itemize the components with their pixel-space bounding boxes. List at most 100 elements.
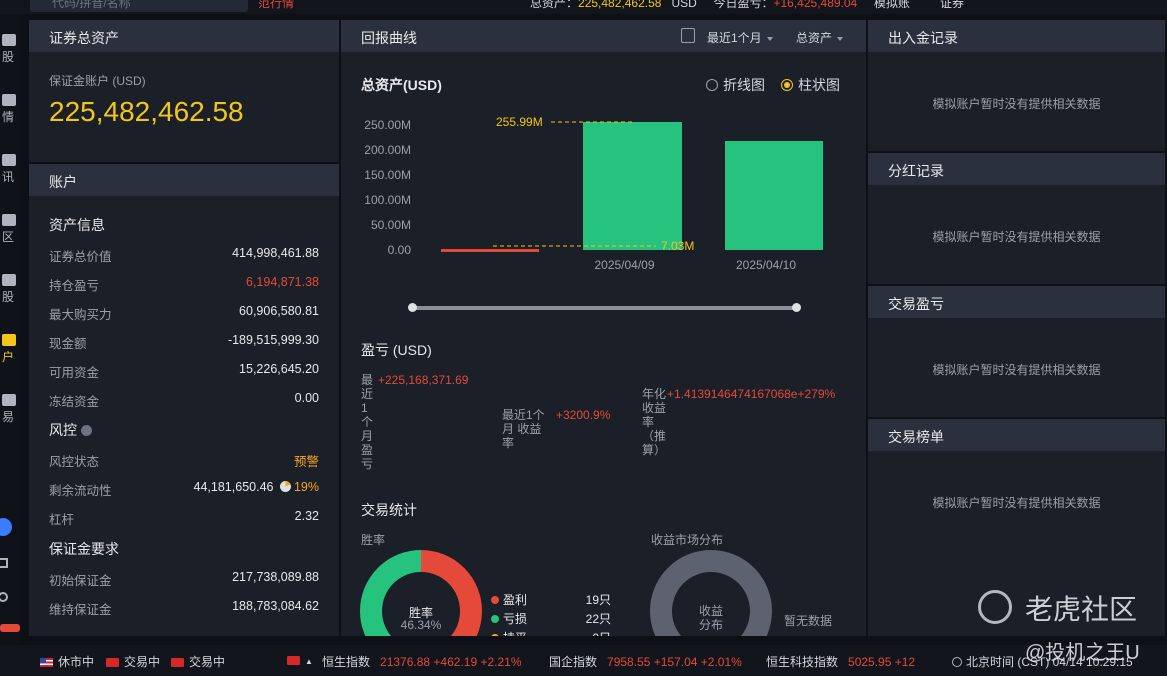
hsi-ticker[interactable]: 恒生指数 21376.88 +462.19 +2.21% <box>322 653 522 670</box>
pnl-value: +3200.9% <box>556 408 611 422</box>
nav-label: 股 <box>1 50 14 64</box>
margin-row: 维持保证金 188,783,084.62 <box>49 599 319 617</box>
nav-account[interactable]: 户 <box>0 334 20 365</box>
hscei-ticker[interactable]: 国企指数 7958.55 +157.04 +2.01% <box>549 653 742 670</box>
bar-chart-radio[interactable]: 柱状图 <box>781 75 840 95</box>
range-slider-track[interactable] <box>411 306 798 310</box>
hk-index-selector[interactable]: ▲ <box>287 653 313 667</box>
row-label: 风控状态 <box>49 455 100 469</box>
nav-trade[interactable]: 易 <box>0 394 20 425</box>
index-value: 5025.95 +12 <box>848 655 916 669</box>
dividend-panel: 分红记录 模拟账户暂时没有提供相关数据 <box>868 153 1165 284</box>
row-value: 预警 <box>293 455 319 469</box>
community-icon <box>2 214 16 226</box>
market-link[interactable]: 范行情 <box>258 0 294 11</box>
index-name: 国企指数 <box>549 655 598 669</box>
risk-row: 杠杆 2.32 <box>49 509 319 527</box>
help-icon[interactable] <box>80 425 92 436</box>
bar <box>583 122 682 250</box>
radio-label: 折线图 <box>723 77 765 93</box>
legend-value: 0只 <box>592 629 611 636</box>
total-assets-label: 总资产： <box>530 0 579 10</box>
row-value: 15,226,645.20 <box>239 362 319 376</box>
clock-icon <box>952 657 962 667</box>
new-badge-icon <box>0 624 20 632</box>
nav-label: 股 <box>1 290 14 304</box>
bar <box>725 141 823 250</box>
asset-row: 最大购买力 60,906,580.81 <box>49 304 319 322</box>
account-type-label: 保证金账户 (USD) <box>49 74 146 88</box>
range-slider-start[interactable] <box>408 303 417 312</box>
download-icon[interactable] <box>681 28 695 43</box>
pnl-label: 年化收益率 （推算） <box>642 387 667 457</box>
pnl-title: 盈亏 (USD) <box>361 342 432 358</box>
assistant-icon[interactable] <box>0 518 12 536</box>
row-value: 6,194,871.38 <box>246 275 319 289</box>
x-tick-label: 2025/04/09 <box>594 258 654 272</box>
status-text: 交易中 <box>124 655 161 669</box>
panel-title: 出入金记录 <box>868 20 1165 52</box>
currency-select[interactable]: USD <box>671 0 696 10</box>
margin-title: 保证金要求 <box>49 541 119 557</box>
panel-title: 分红记录 <box>868 153 1165 185</box>
period-value: 最近1个月 <box>707 31 762 45</box>
panel-title: 证券总资产 <box>29 20 339 52</box>
nav-label: 讯 <box>1 170 14 184</box>
nav-news[interactable]: 讯 <box>0 154 20 185</box>
apps-icon[interactable] <box>0 558 8 568</box>
account-panel: 账户 资产信息 证券总价值 414,998,461.88 持仓盈亏 6,194,87… <box>29 164 339 636</box>
bar <box>441 249 539 252</box>
today-pnl-value: +16,425,489.04 <box>773 0 858 10</box>
broker-label[interactable]: 证券 <box>940 0 964 10</box>
row-label: 冻结资金 <box>49 395 100 409</box>
margin-row: 初始保证金 217,738,089.88 <box>49 570 319 588</box>
x-tick-label: 2025/04/10 <box>736 258 796 272</box>
tiger-logo-icon <box>978 590 1012 624</box>
asset-row: 持仓盈亏 6,194,871.38 <box>49 275 319 293</box>
metric-select[interactable]: 总资产 <box>796 29 844 46</box>
chevron-down-icon <box>766 36 773 41</box>
empty-message: 模拟账户暂时没有提供相关数据 <box>932 97 1101 111</box>
range-slider-end[interactable] <box>792 303 801 312</box>
radio-label: 柱状图 <box>798 77 840 93</box>
pnl-value: +1.4139146474167068e+279% <box>667 387 836 401</box>
radio-selected-icon <box>781 79 793 91</box>
max-marker-label: 255.99M <box>496 115 543 129</box>
stock-picker-icon <box>2 274 16 286</box>
line-chart-radio[interactable]: 折线图 <box>706 75 765 95</box>
hstech-ticker[interactable]: 恒生科技指数 5025.95 +12 <box>766 653 924 670</box>
nav-community[interactable]: 区 <box>0 214 20 245</box>
nav-market[interactable]: 情 <box>0 94 20 125</box>
pnl-label: 最近1个月盈亏 <box>361 373 374 471</box>
row-value: 0.00 <box>294 391 319 405</box>
dot-icon <box>491 596 499 604</box>
nav-label: 户 <box>1 350 14 364</box>
hk-market-status[interactable]: 交易中 <box>106 653 160 670</box>
row-label: 证券总价值 <box>49 250 112 264</box>
cn-market-status[interactable]: 交易中 <box>171 653 225 670</box>
watermark-author: @投机之王U <box>1025 642 1140 664</box>
dot-icon <box>491 634 499 636</box>
row-label: 初始保证金 <box>49 574 112 588</box>
period-select[interactable]: 最近1个月 <box>707 29 773 46</box>
support-icon[interactable] <box>0 592 8 602</box>
nav-watchlist[interactable]: 股 <box>0 34 20 65</box>
us-market-status[interactable]: 休市中 <box>40 653 94 670</box>
legend-value: 22只 <box>585 612 611 626</box>
securities-total-panel: 证券总资产 保证金账户 (USD) 225,482,462.58 <box>29 20 339 162</box>
y-tick-label: 150.00M <box>364 168 411 182</box>
trade-stats-title: 交易统计 <box>361 502 417 518</box>
returns-panel: 回报曲线 最近1个月 总资产 总资产(USD) 折线图 柱状图 250.00M 2… <box>341 20 866 636</box>
row-value: 2.32 <box>294 509 319 523</box>
nav-stock-picker[interactable]: 股 <box>0 274 20 305</box>
search-input[interactable]: 代码/拼音/名称 <box>30 0 248 12</box>
account-mode[interactable]: 模拟账 <box>874 0 910 10</box>
status-text: 交易中 <box>189 655 226 669</box>
y-tick-label: 250.00M <box>364 118 411 132</box>
app-window: 代码/拼音/名称 范行情 总资产：225,482,462.58 USD 今日盈亏… <box>0 0 1167 676</box>
market-dist-center: 收益分布 <box>698 604 723 632</box>
index-name: 恒生指数 <box>322 655 371 669</box>
legend-label: 持平 <box>503 631 527 636</box>
total-assets-value: 225,482,462.58 <box>578 0 662 10</box>
index-name: 恒生科技指数 <box>766 655 839 669</box>
